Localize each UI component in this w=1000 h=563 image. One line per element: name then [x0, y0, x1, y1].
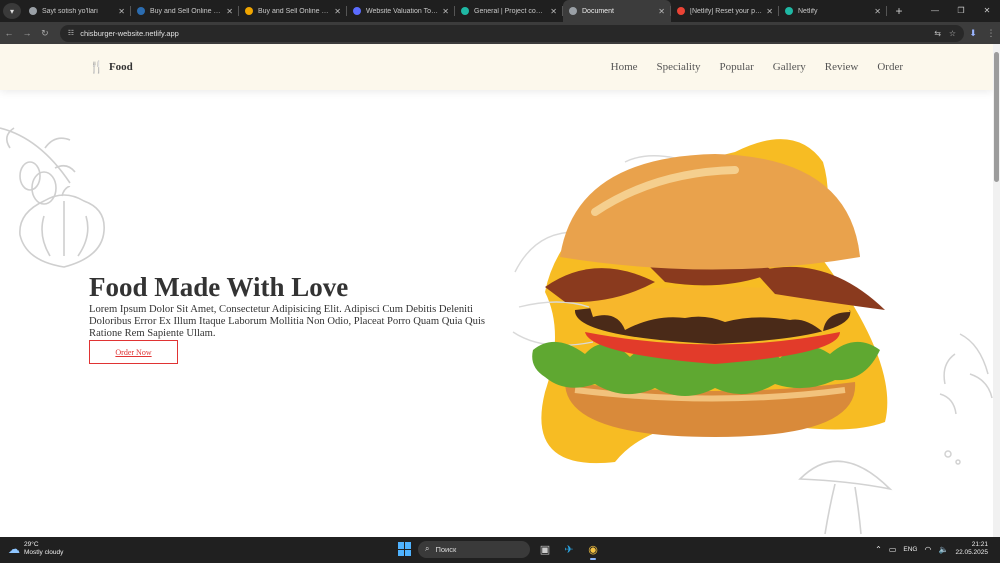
tab-favicon-icon: [569, 7, 577, 15]
clock-time: 21:21: [971, 541, 988, 548]
browser-tab[interactable]: Buy and Sell Online Busin ✕: [131, 0, 239, 22]
tray-network-status-icon[interactable]: ▭: [889, 545, 897, 554]
windows-taskbar: ☁ 29°C Mostly cloudy ⌕ Поиск ▣ ✈ ◉ ⌃ ▭ E…: [0, 537, 1000, 563]
herb-leaf-doodle: [939, 333, 993, 465]
nav-link-review[interactable]: Review: [825, 61, 859, 73]
chrome-app-icon[interactable]: ◉: [584, 540, 602, 560]
nav-link-gallery[interactable]: Gallery: [773, 61, 806, 73]
browser-menu-icon[interactable]: ⋮: [982, 28, 1000, 39]
nav-link-popular[interactable]: Popular: [720, 61, 754, 73]
tab-close-icon[interactable]: ✕: [874, 7, 881, 16]
browser-tab[interactable]: Document ✕: [563, 0, 671, 22]
wifi-icon[interactable]: ◠: [925, 545, 932, 554]
task-view-icon[interactable]: ▣: [536, 540, 554, 558]
taskbar-center: ⌕ Поиск ▣ ✈ ◉: [398, 540, 602, 560]
tab-close-icon[interactable]: ✕: [442, 7, 449, 16]
tab-favicon-icon: [137, 7, 145, 15]
tab-favicon-icon: [677, 7, 685, 15]
system-tray: ⌃ ▭ ENG ◠ 🔈 21:21 22.05.2025: [875, 541, 988, 557]
tab-separator: [886, 6, 887, 16]
tab-strip: Sayt sotish yo'llari ✕ Buy and Sell Online…: [23, 0, 887, 22]
language-indicator[interactable]: ENG: [903, 546, 917, 553]
browser-tab[interactable]: Sayt sotish yo'llari ✕: [23, 0, 131, 22]
tab-title: Sayt sotish yo'llari: [42, 7, 98, 15]
site-header: 🍴 Food Home Speciality Popular Gallery R…: [0, 44, 993, 90]
page-viewport: 🍴 Food Home Speciality Popular Gallery R…: [0, 44, 993, 537]
tab-favicon-icon: [785, 7, 793, 15]
tab-favicon-icon: [245, 7, 253, 15]
scrollbar-thumb[interactable]: [994, 52, 999, 182]
tab-close-icon[interactable]: ✕: [658, 7, 665, 16]
order-now-button[interactable]: Order Now: [89, 340, 178, 364]
browser-tab[interactable]: Buy and Sell Online Busin ✕: [239, 0, 347, 22]
new-tab-button[interactable]: +: [891, 4, 907, 18]
forward-icon[interactable]: →: [18, 28, 36, 38]
back-icon[interactable]: ←: [0, 28, 18, 38]
logo-text: Food: [108, 61, 133, 73]
hero-title: Food Made With Love: [89, 272, 349, 302]
url-text[interactable]: chisburger-website.netlify.app: [80, 29, 926, 38]
weather-text: 29°C Mostly cloudy: [24, 541, 63, 557]
tab-title: General | Project configu: [474, 7, 547, 15]
close-window-icon[interactable]: ✕: [974, 0, 1000, 22]
browser-tab[interactable]: General | Project configu ✕: [455, 0, 563, 22]
page-scrollbar[interactable]: [993, 44, 1000, 537]
reload-icon[interactable]: ↻: [36, 28, 54, 39]
restore-icon[interactable]: ❐: [948, 0, 974, 22]
tab-favicon-icon: [29, 7, 37, 15]
utensils-icon: 🍴: [89, 60, 104, 74]
taskbar-search-placeholder: Поиск: [435, 544, 457, 554]
tab-close-icon[interactable]: ✕: [550, 7, 557, 16]
minimize-icon[interactable]: —: [922, 0, 948, 22]
tab-title: Buy and Sell Online Busin: [150, 7, 222, 15]
translate-icon[interactable]: ⇆: [934, 29, 941, 38]
tab-close-icon[interactable]: ✕: [226, 7, 233, 16]
tab-favicon-icon: [353, 7, 361, 15]
weather-temp: 29°C: [24, 541, 39, 548]
window-controls: — ❐ ✕: [922, 0, 1000, 22]
clock-date: 22.05.2025: [955, 549, 988, 556]
tab-title: Netlify: [798, 7, 818, 15]
weather-widget[interactable]: ☁ 29°C Mostly cloudy: [8, 541, 63, 557]
site-info-icon[interactable]: ☷: [68, 29, 74, 37]
tab-close-icon[interactable]: ✕: [334, 7, 341, 16]
main-nav: Home Speciality Popular Gallery Review O…: [611, 61, 903, 73]
telegram-app-icon[interactable]: ✈: [560, 540, 578, 558]
windows-start-icon[interactable]: [398, 542, 412, 556]
address-bar-row: ← → ↻ ☷ chisburger-website.netlify.app ⇆…: [0, 22, 1000, 44]
nav-link-home[interactable]: Home: [611, 61, 638, 73]
taskbar-clock[interactable]: 21:21 22.05.2025: [955, 541, 988, 557]
search-icon: ⌕: [425, 544, 430, 553]
nav-link-speciality[interactable]: Speciality: [657, 61, 701, 73]
taskbar-search[interactable]: ⌕ Поиск: [418, 540, 530, 558]
tab-title: Document: [582, 7, 614, 15]
tab-close-icon[interactable]: ✕: [118, 7, 125, 16]
nav-link-order[interactable]: Order: [877, 61, 903, 73]
browser-tab[interactable]: Netlify ✕: [779, 0, 887, 22]
site-logo[interactable]: 🍴 Food: [89, 60, 133, 74]
tab-favicon-icon: [461, 7, 469, 15]
browser-tab-bar: ▾ Sayt sotish yo'llari ✕ Buy and Sell Onli…: [0, 0, 1000, 22]
tray-chevron-up-icon[interactable]: ⌃: [875, 545, 882, 554]
weather-desc: Mostly cloudy: [24, 549, 64, 556]
extension-icon[interactable]: ⬇: [964, 28, 982, 39]
volume-icon[interactable]: 🔈: [938, 545, 948, 554]
tab-title: [Netlify] Reset your passw: [690, 7, 763, 15]
browser-tab[interactable]: Website Valuation Tool - ✕: [347, 0, 455, 22]
hero-description: Lorem Ipsum Dolor Sit Amet, Consectetur …: [89, 304, 486, 339]
pumpkin-doodle: [19, 186, 105, 268]
bookmark-star-icon[interactable]: ☆: [949, 29, 956, 38]
tab-search-icon[interactable]: ▾: [3, 3, 21, 19]
tab-title: Website Valuation Tool -: [366, 7, 439, 15]
tab-title: Buy and Sell Online Busin: [258, 7, 330, 15]
omnibox[interactable]: ☷ chisburger-website.netlify.app ⇆ ☆: [59, 24, 965, 42]
burger-hero-image: [512, 139, 888, 464]
browser-tab[interactable]: [Netlify] Reset your passw✕: [671, 0, 779, 22]
cloud-sun-icon: ☁: [8, 542, 20, 556]
tab-close-icon[interactable]: ✕: [766, 7, 773, 16]
